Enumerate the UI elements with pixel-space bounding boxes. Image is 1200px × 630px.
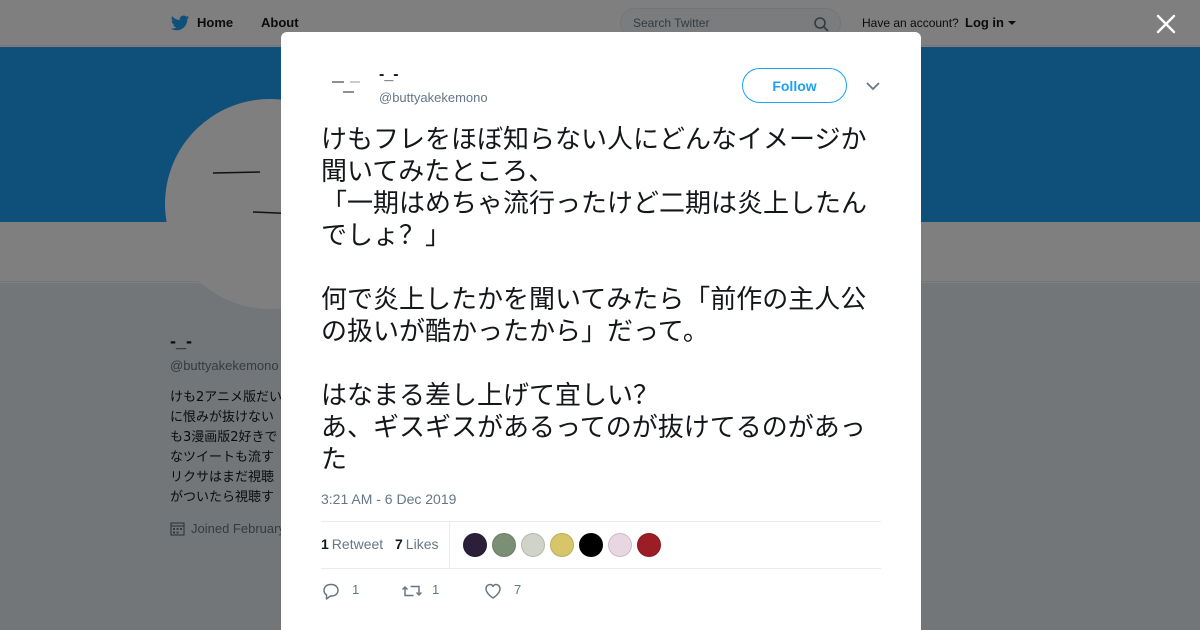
liker-avatar-2[interactable] xyxy=(492,533,516,557)
likes-stat-label: Likes xyxy=(405,536,439,552)
like-action-count: 7 xyxy=(514,582,522,597)
tweet-text: けもフレをほぼ知らない人にどんなイメージか聞いてみたところ、 「一期はめちゃ流行… xyxy=(321,125,868,475)
avatar-face-icon xyxy=(332,81,360,93)
retweet-icon xyxy=(401,585,423,597)
reply-count: 1 xyxy=(352,582,360,597)
retweet-stat[interactable]: 1 Retweet xyxy=(321,536,383,552)
tweet-timestamp[interactable]: 3:21 AM - 6 Dec 2019 xyxy=(321,491,456,507)
liker-avatar-3[interactable] xyxy=(521,533,545,557)
reply-icon xyxy=(323,583,339,600)
liker-avatar-5[interactable] xyxy=(579,533,603,557)
liker-avatar-1[interactable] xyxy=(463,533,487,557)
tweet-actions: 1 1 7 xyxy=(321,580,881,602)
author-name[interactable]: -_- xyxy=(379,66,399,84)
author-handle[interactable]: @buttyakekemono xyxy=(379,90,488,105)
reply-button[interactable]: 1 xyxy=(321,580,381,602)
like-button[interactable]: 7 xyxy=(483,580,543,602)
likes-stat[interactable]: 7 Likes xyxy=(395,536,438,552)
retweet-button[interactable]: 1 xyxy=(401,580,461,602)
tweet-stats: 1 Retweet 7 Likes xyxy=(321,521,881,569)
stats-divider xyxy=(449,522,450,569)
liker-avatar-7[interactable] xyxy=(637,533,661,557)
close-icon[interactable] xyxy=(1154,12,1178,36)
chevron-down-icon[interactable] xyxy=(865,80,881,92)
heart-icon xyxy=(485,583,501,599)
author-avatar[interactable] xyxy=(321,68,373,120)
liker-avatar-4[interactable] xyxy=(550,533,574,557)
retweet-stat-label: Retweet xyxy=(331,536,384,552)
tweet-modal: -_- @buttyakekemono Follow けもフレをほぼ知らない人に… xyxy=(281,32,921,630)
retweet-action-count: 1 xyxy=(432,582,440,597)
retweet-count: 1 xyxy=(321,536,329,552)
follow-button[interactable]: Follow xyxy=(742,68,847,103)
like-count: 7 xyxy=(395,536,403,552)
liker-avatar-6[interactable] xyxy=(608,533,632,557)
